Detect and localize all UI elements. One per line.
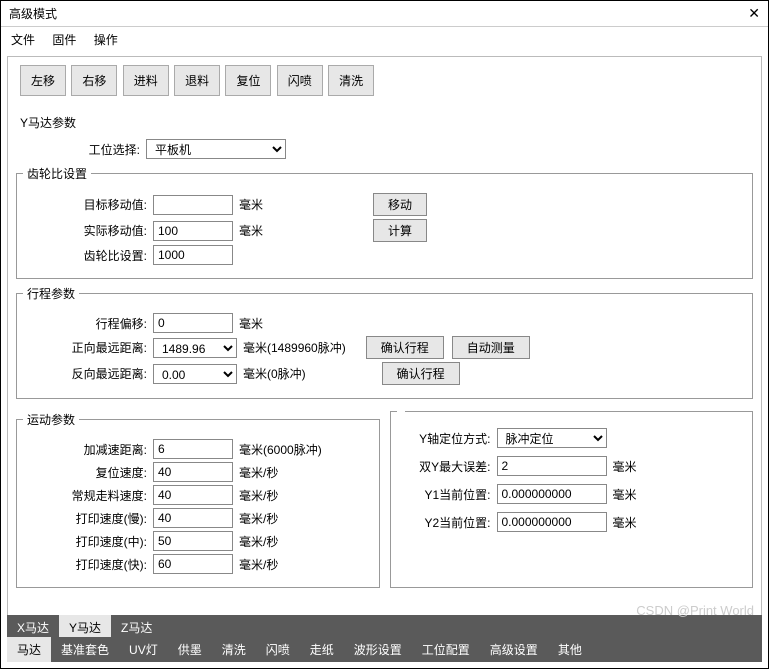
unfeed-button[interactable]: 退料 (174, 65, 220, 96)
slow-input[interactable] (153, 508, 233, 528)
station-label: 工位选择: (16, 141, 146, 158)
feed-button[interactable]: 进料 (123, 65, 169, 96)
window-title: 高级模式 (9, 5, 57, 22)
menu-file[interactable]: 文件 (11, 33, 35, 47)
yerr-unit: 毫米 (613, 458, 637, 475)
tab-adv[interactable]: 高级设置 (480, 637, 548, 662)
tab-uv[interactable]: UV灯 (119, 637, 168, 662)
travel-legend: 行程参数 (23, 285, 79, 302)
tab-motor[interactable]: 马达 (7, 637, 51, 662)
ymode-label: Y轴定位方式: (397, 430, 497, 447)
tab-flash[interactable]: 闪喷 (256, 637, 300, 662)
resetspd-label: 复位速度: (23, 464, 153, 481)
confirm-travel-1-button[interactable]: 确认行程 (366, 336, 444, 359)
reset-button[interactable]: 复位 (225, 65, 271, 96)
actual-unit: 毫米 (239, 222, 263, 239)
confirm-travel-2-button[interactable]: 确认行程 (382, 362, 460, 385)
ratio-input[interactable] (153, 245, 233, 265)
move-button[interactable]: 移动 (373, 193, 427, 216)
mid-input[interactable] (153, 531, 233, 551)
actual-input[interactable] (153, 221, 233, 241)
motion-fieldset: 运动参数 加减速距离: 毫米(6000脉冲) 复位速度: 毫米/秒 常规走料速度: 毫… (16, 411, 380, 588)
rev-select[interactable]: 0.00 (153, 364, 237, 384)
menubar: 文件 固件 操作 (1, 27, 768, 52)
normal-input[interactable] (153, 485, 233, 505)
rev-label: 反向最远距离: (23, 365, 153, 382)
ymode-select[interactable]: 脉冲定位 (497, 428, 607, 448)
fast-input[interactable] (153, 554, 233, 574)
tab-base[interactable]: 基准套色 (51, 637, 119, 662)
y2-label: Y2当前位置: (397, 514, 497, 531)
y1-input[interactable] (497, 484, 607, 504)
yerr-label: 双Y最大误差: (397, 458, 497, 475)
normal-label: 常规走料速度: (23, 487, 153, 504)
section-title: Y马达参数 (20, 114, 753, 131)
flash-button[interactable]: 闪喷 (277, 65, 323, 96)
yerr-input[interactable] (497, 456, 607, 476)
menu-firmware[interactable]: 固件 (52, 33, 76, 47)
ypos-fieldset: Y轴定位方式:脉冲定位 双Y最大误差: 毫米 Y1当前位置: 毫米 Y2当前位置: 毫… (390, 411, 754, 588)
station-select[interactable]: 平板机 (146, 139, 286, 159)
fwd-select[interactable]: 1489.96 (153, 338, 237, 358)
menu-operate[interactable]: 操作 (94, 33, 118, 47)
close-icon[interactable]: ✕ (748, 5, 760, 22)
tab-clean[interactable]: 清洗 (212, 637, 256, 662)
target-unit: 毫米 (239, 196, 263, 213)
mid-unit: 毫米/秒 (239, 533, 278, 550)
main-panel: Y马达参数 工位选择: 平板机 齿轮比设置 目标移动值: 毫米 移动 实际移动值… (7, 104, 762, 642)
resetspd-unit: 毫米/秒 (239, 464, 278, 481)
y1-label: Y1当前位置: (397, 486, 497, 503)
offset-input[interactable] (153, 313, 233, 333)
gear-fieldset: 齿轮比设置 目标移动值: 毫米 移动 实际移动值: 毫米 计算 齿轮比设置: (16, 165, 753, 279)
accel-label: 加减速距离: (23, 441, 153, 458)
tab-wave[interactable]: 波形设置 (344, 637, 412, 662)
tab-other[interactable]: 其他 (548, 637, 592, 662)
auto-measure-button[interactable]: 自动测量 (452, 336, 530, 359)
accel-input[interactable] (153, 439, 233, 459)
normal-unit: 毫米/秒 (239, 487, 278, 504)
accel-unit: 毫米(6000脉冲) (239, 441, 322, 458)
actual-label: 实际移动值: (23, 222, 153, 239)
left-button[interactable]: 左移 (20, 65, 66, 96)
tab-station[interactable]: 工位配置 (412, 637, 480, 662)
ratio-label: 齿轮比设置: (23, 247, 153, 264)
tab-paper[interactable]: 走纸 (300, 637, 344, 662)
toolbar: 左移 右移 进料 退料 复位 闪喷 清洗 (7, 56, 762, 104)
fwd-unit: 毫米(1489960脉冲) (243, 339, 346, 356)
fast-unit: 毫米/秒 (239, 556, 278, 573)
fwd-label: 正向最远距离: (23, 339, 153, 356)
offset-label: 行程偏移: (23, 315, 153, 332)
offset-unit: 毫米 (239, 315, 263, 332)
travel-fieldset: 行程参数 行程偏移: 毫米 正向最远距离: 1489.96 毫米(1489960… (16, 285, 753, 399)
tab-ink[interactable]: 供墨 (168, 637, 212, 662)
right-button[interactable]: 右移 (71, 65, 117, 96)
y2-input[interactable] (497, 512, 607, 532)
calc-button[interactable]: 计算 (373, 219, 427, 242)
rev-unit: 毫米(0脉冲) (243, 365, 306, 382)
resetspd-input[interactable] (153, 462, 233, 482)
gear-legend: 齿轮比设置 (23, 165, 91, 182)
y1-unit: 毫米 (613, 486, 637, 503)
fast-label: 打印速度(快): (23, 556, 153, 573)
mid-label: 打印速度(中): (23, 533, 153, 550)
target-input[interactable] (153, 195, 233, 215)
clean-button[interactable]: 清洗 (328, 65, 374, 96)
motion-legend: 运动参数 (23, 411, 79, 428)
main-tabs: 马达 基准套色 UV灯 供墨 清洗 闪喷 走纸 波形设置 工位配置 高级设置 其… (7, 637, 762, 662)
slow-unit: 毫米/秒 (239, 510, 278, 527)
y2-unit: 毫米 (613, 514, 637, 531)
target-label: 目标移动值: (23, 196, 153, 213)
slow-label: 打印速度(慢): (23, 510, 153, 527)
